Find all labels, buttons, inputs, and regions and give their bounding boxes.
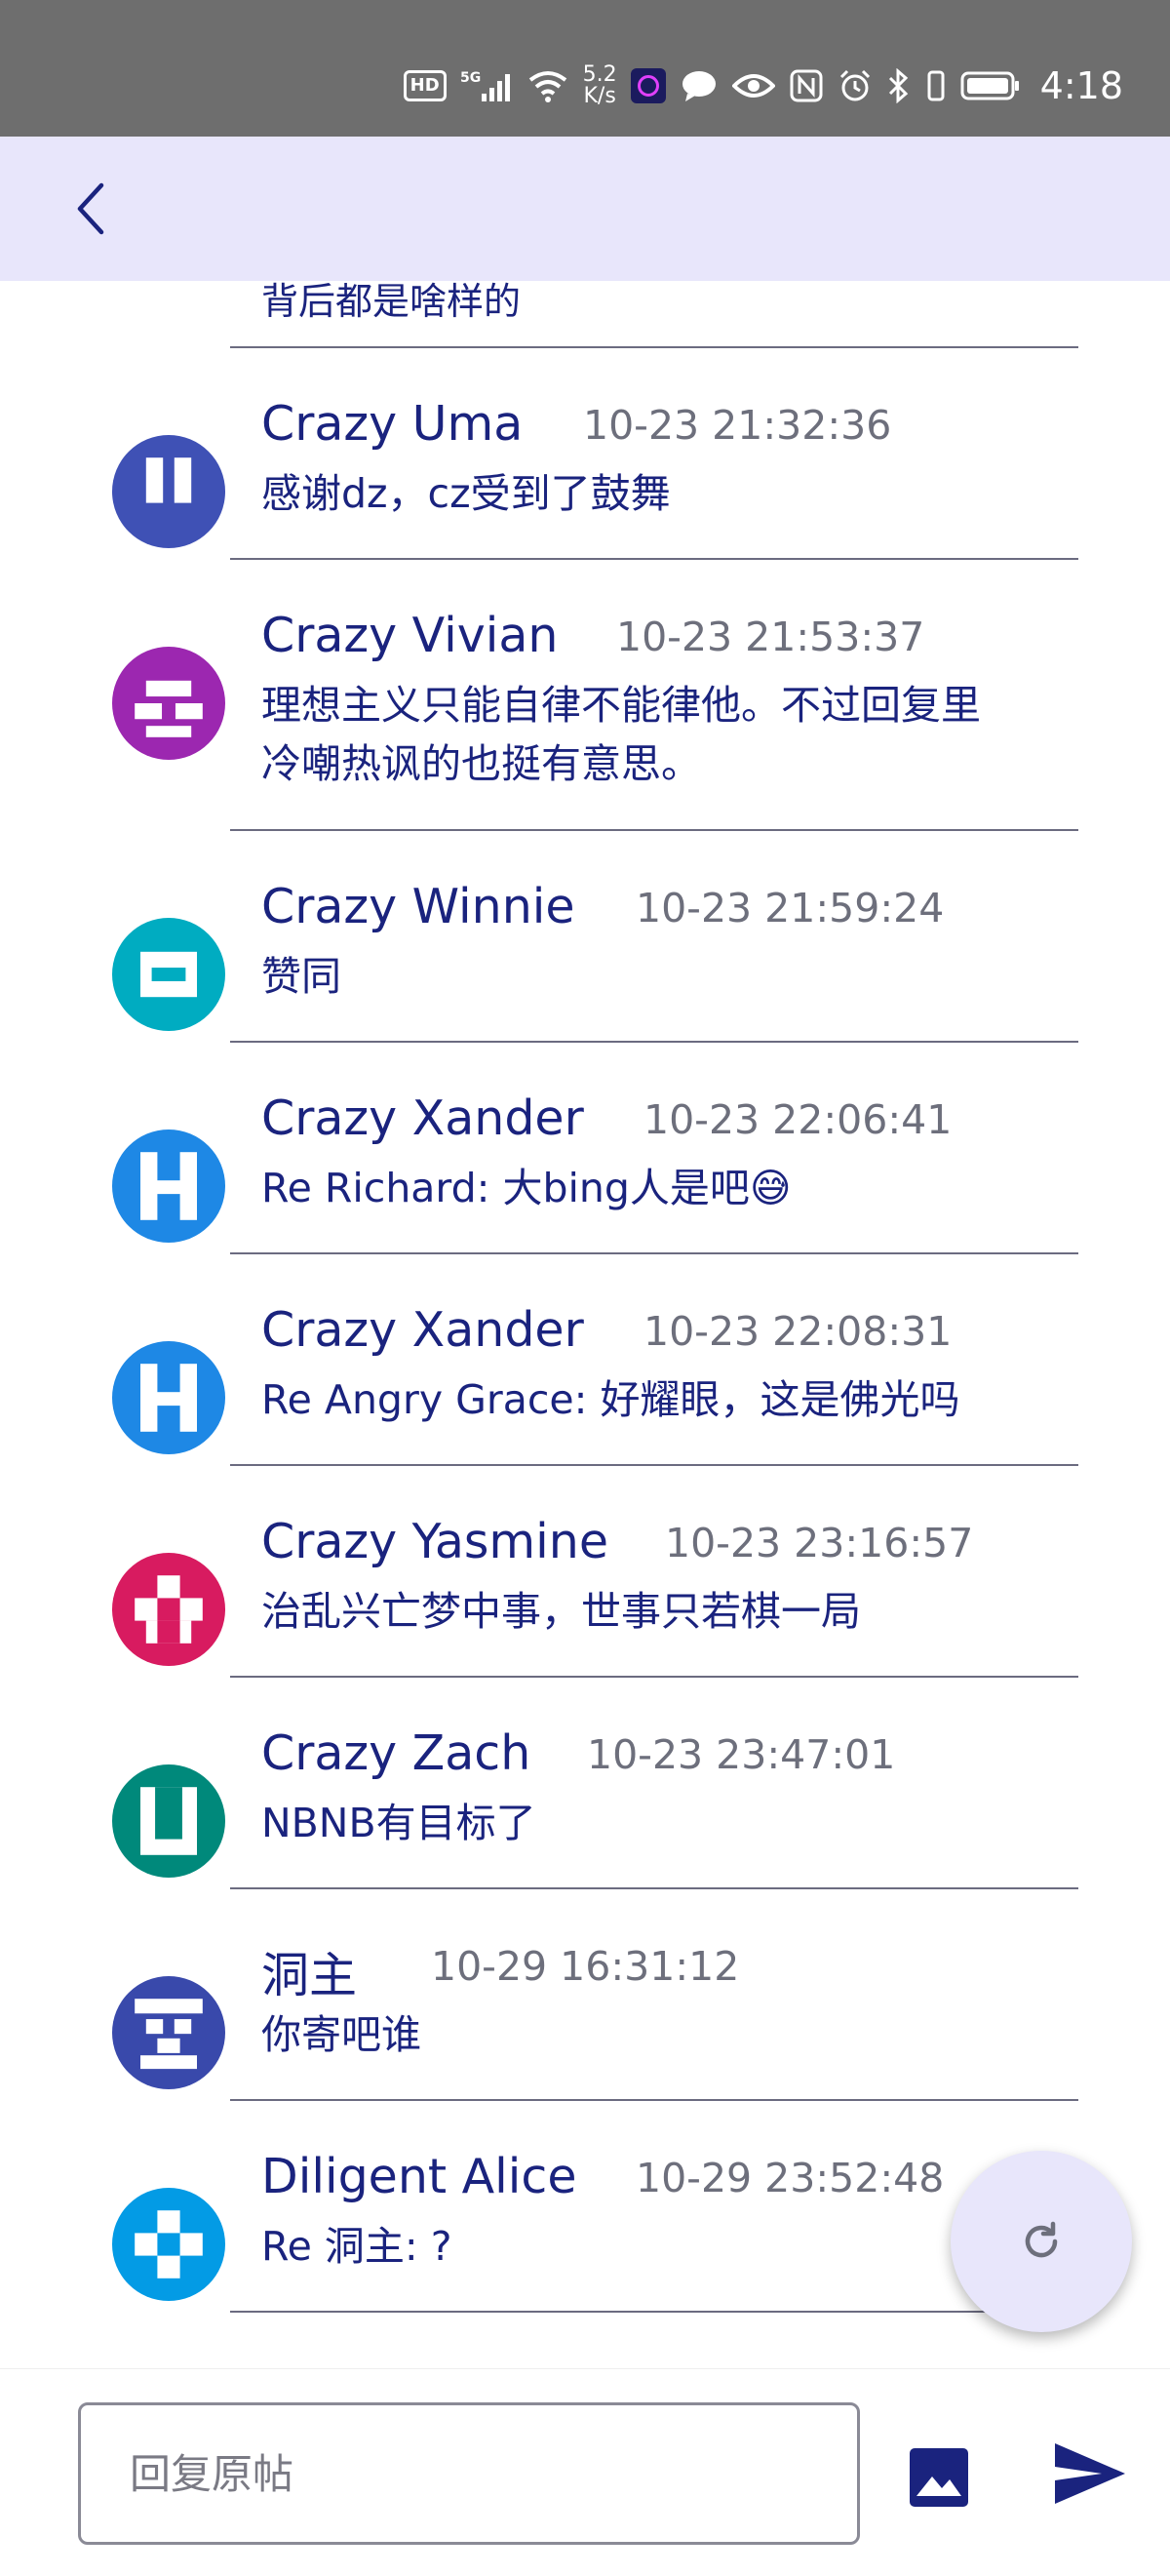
identicon [112, 1764, 225, 1878]
comment-author[interactable]: Crazy Uma [261, 396, 523, 452]
comment-timestamp: 10-23 23:16:57 [665, 1520, 974, 1566]
identicon [112, 435, 225, 548]
comment-author[interactable]: 洞主 [261, 1937, 357, 2006]
insert-image-button[interactable] [907, 2445, 971, 2510]
comment-divider [230, 558, 1078, 560]
network-speed: 5.2 K/s [583, 64, 617, 107]
identicon [112, 1129, 225, 1243]
comment-timestamp: 10-23 23:47:01 [587, 1731, 896, 1778]
comment-text: 感谢dz，cz受到了鼓舞 [261, 470, 671, 517]
comment-text: Re 洞主: ? [261, 2223, 452, 2270]
comment-timestamp: 10-23 21:32:36 [583, 402, 892, 449]
wifi-icon [526, 68, 569, 103]
avatar[interactable] [112, 1553, 225, 1666]
status-icons: HD 5G 5.2 K/s 4:18 [403, 55, 1123, 117]
avatar[interactable] [112, 647, 225, 760]
comment-text: NBNB有目标了 [261, 1800, 536, 1846]
app-bar [0, 137, 1170, 281]
eye-icon [731, 68, 775, 103]
comment-text: Re Richard: 大bing人是吧😅 [261, 1165, 792, 1211]
comment-timestamp: 10-23 21:53:37 [616, 614, 925, 660]
comment-list[interactable]: 背后都是啥样的 Crazy Uma 10-23 21:32:36 感谢dz，cz… [0, 281, 1170, 2368]
battery-icon [960, 68, 1021, 103]
comment-text: 治乱兴亡梦中事，世事只若棋一局 [261, 1588, 861, 1635]
avatar[interactable] [112, 1976, 225, 2089]
app-notification-icon [630, 68, 666, 103]
identicon [112, 647, 225, 760]
bluetooth-icon [886, 68, 912, 103]
refresh-icon [1025, 2221, 1058, 2258]
comment-author[interactable]: Crazy Winnie [261, 879, 575, 934]
chevron-left-icon [77, 182, 104, 235]
identicon [112, 1976, 225, 2089]
comment-timestamp: 10-29 16:31:12 [431, 1943, 740, 1990]
comment-timestamp: 10-29 23:52:48 [636, 2155, 945, 2201]
nfc-icon [789, 68, 824, 103]
signal-icon: 5G [460, 68, 513, 103]
comment-divider [230, 346, 1078, 348]
speed-value: 5.2 [582, 62, 617, 87]
clock: 4:18 [1039, 64, 1123, 107]
avatar[interactable] [112, 1764, 225, 1878]
alarm-icon [838, 68, 873, 103]
comment-divider [230, 1887, 1078, 1889]
comment-divider [230, 1252, 1078, 1254]
send-icon [1055, 2443, 1125, 2504]
svg-text:5G: 5G [460, 70, 481, 86]
avatar[interactable] [112, 1341, 225, 1454]
vibrate-icon [925, 68, 947, 103]
comment-text: 理想主义只能自律不能律他。不过回复里冷嘲热讽的也挺有意思。 [261, 682, 981, 787]
speed-unit: K/s [583, 84, 616, 108]
avatar[interactable] [112, 918, 225, 1031]
comment-author[interactable]: Crazy Vivian [261, 608, 558, 663]
comment-divider [230, 1041, 1078, 1043]
comment-divider [230, 829, 1078, 831]
status-bar: HD 5G 5.2 K/s 4:18 [0, 0, 1170, 137]
identicon [112, 1553, 225, 1666]
comment-text: 赞同 [261, 953, 341, 1000]
identicon [112, 2188, 225, 2301]
comment-author[interactable]: Crazy Yasmine [261, 1514, 608, 1569]
comment-timestamp: 10-23 22:06:41 [644, 1096, 953, 1143]
avatar[interactable] [112, 435, 225, 548]
hd-badge: HD [403, 70, 447, 101]
comment-divider [230, 1676, 1078, 1678]
comment-timestamp: 10-23 22:08:31 [644, 1308, 953, 1355]
reply-composer [0, 2368, 1170, 2576]
comment-author[interactable]: Crazy Xander [261, 1302, 584, 1358]
comment-text: 你寄吧谁 [261, 2011, 421, 2058]
back-button[interactable] [58, 176, 125, 242]
identicon [112, 918, 225, 1031]
partial-comment-text: 背后都是啥样的 [261, 281, 522, 323]
comment-author[interactable]: Diligent Alice [261, 2149, 577, 2204]
avatar[interactable] [112, 1129, 225, 1243]
comment-author[interactable]: Crazy Xander [261, 1090, 584, 1146]
identicon [112, 1341, 225, 1454]
comment-author[interactable]: Crazy Zach [261, 1725, 530, 1781]
comment-timestamp: 10-23 21:59:24 [636, 885, 945, 931]
send-button[interactable] [1051, 2439, 1129, 2508]
image-icon [910, 2448, 968, 2507]
avatar[interactable] [112, 2188, 225, 2301]
refresh-button[interactable] [951, 2151, 1132, 2332]
comment-text: Re Angry Grace: 好耀眼，这是佛光吗 [261, 1376, 960, 1423]
comment-divider [230, 2311, 1078, 2313]
comment-divider [230, 2099, 1078, 2101]
comment-divider [230, 1464, 1078, 1466]
chat-bubble-icon [680, 68, 719, 103]
reply-input[interactable] [78, 2402, 860, 2545]
